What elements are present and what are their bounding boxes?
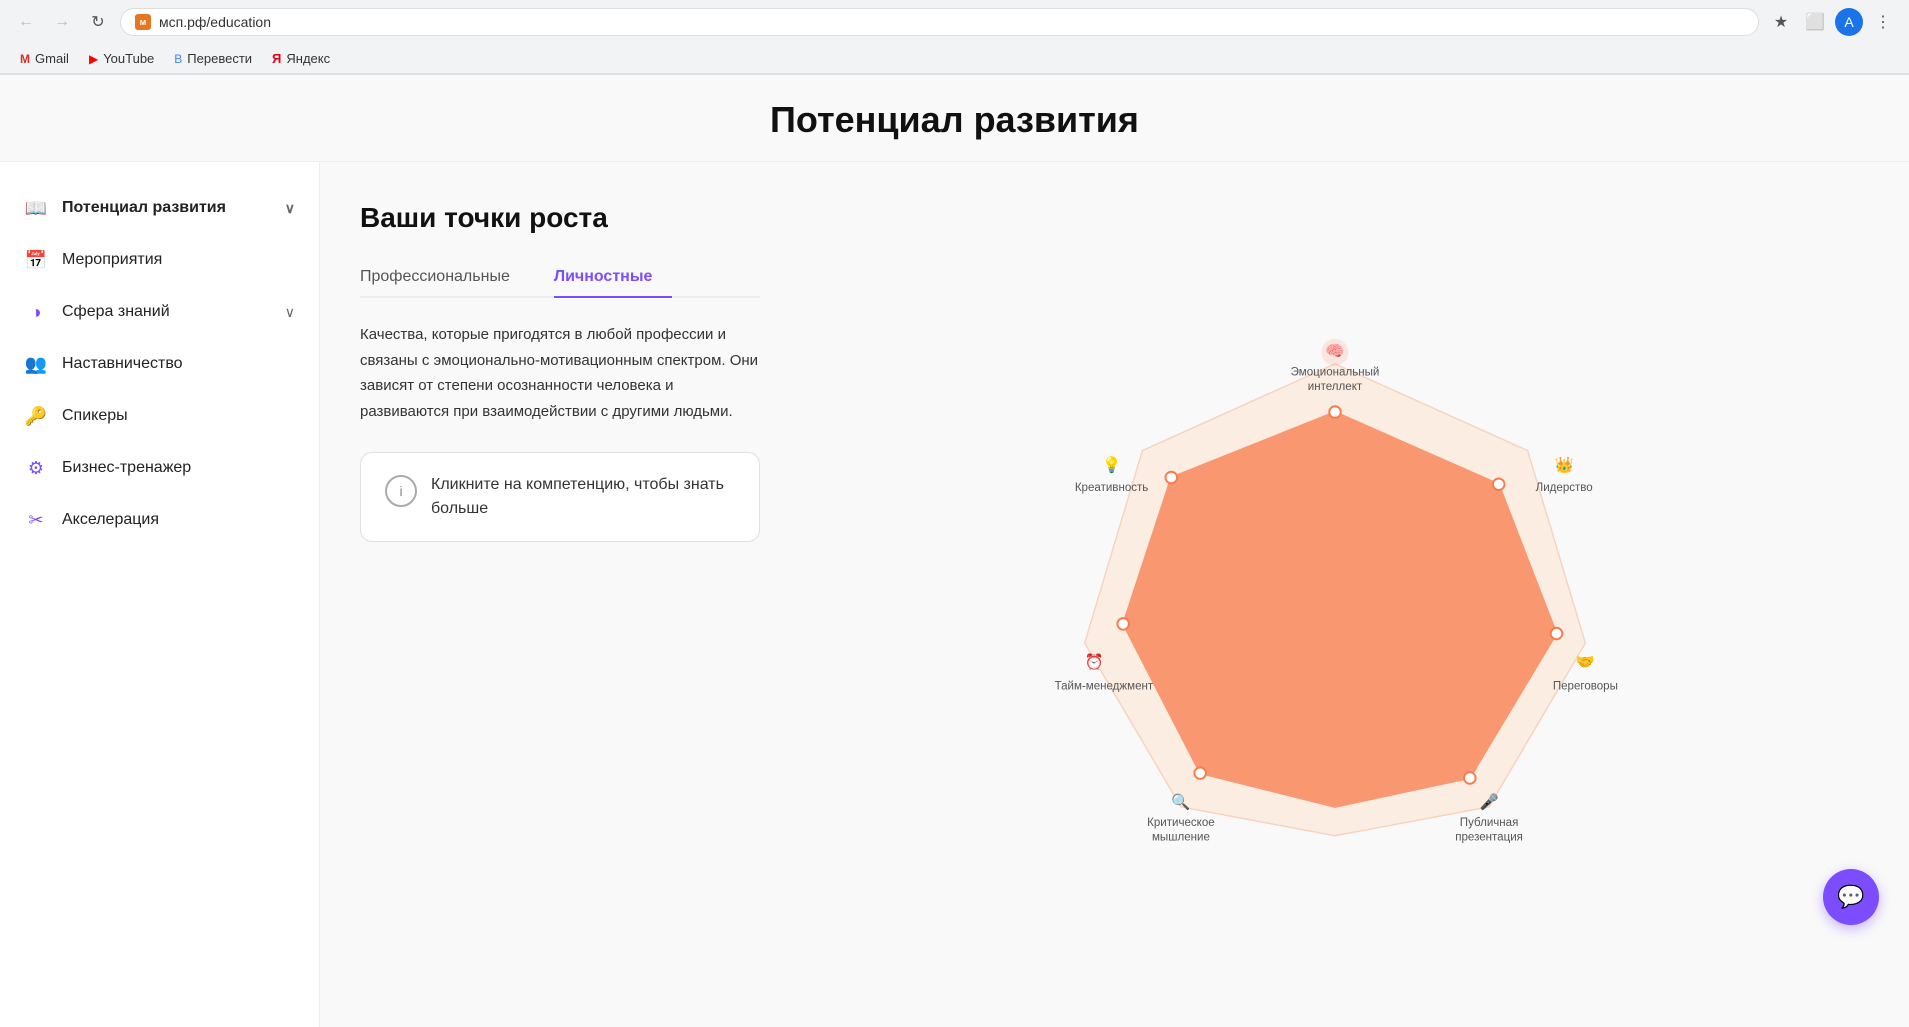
- browser-toolbar: ← → ↻ м мсп.рф/education ★ ⬜ A ⋮: [0, 0, 1909, 44]
- leadership-icon: 👑: [1554, 455, 1573, 473]
- bookmark-translate-label: Перевести: [187, 51, 252, 66]
- dot-leadership[interactable]: [1492, 478, 1504, 490]
- bookmark-youtube-label: YouTube: [103, 51, 154, 66]
- browser-chrome: ← → ↻ м мсп.рф/education ★ ⬜ A ⋮ M Gmail…: [0, 0, 1909, 75]
- negotiations-icon: 🤝: [1575, 654, 1594, 671]
- youtube-icon: ▶: [89, 52, 98, 66]
- browser-right-icons: ★ ⬜ A ⋮: [1767, 8, 1897, 36]
- sidebar-label-potential: Потенциал развития: [62, 199, 271, 217]
- public-label-line1: Публичная: [1459, 817, 1518, 829]
- sidebar-item-knowledge[interactable]: ◑ Сфера знаний ∨: [0, 286, 319, 338]
- emotional-icon: 🧠: [1325, 343, 1344, 360]
- info-box: i Кликните на компетенцию, чтобы знать б…: [360, 452, 760, 542]
- critical-icon: 🔍: [1171, 791, 1190, 810]
- dot-negotiations[interactable]: [1550, 627, 1562, 639]
- sidebar: 📖 Потенциал развития ∨ 📅 Мероприятия ◑ С…: [0, 162, 320, 1027]
- public-icon: 🎤: [1479, 791, 1498, 810]
- page-container: 📖 Потенциал развития ∨ 📅 Мероприятия ◑ С…: [0, 162, 1909, 1027]
- bookmarks-bar: M Gmail ▶ YouTube B Перевести Я Яндекс: [0, 44, 1909, 74]
- chat-button[interactable]: 💬: [1823, 869, 1879, 925]
- public-label-line2: презентация: [1455, 831, 1523, 843]
- bookmark-gmail[interactable]: M Gmail: [12, 48, 77, 69]
- sidebar-label-mentoring: Наставничество: [62, 355, 295, 373]
- emotional-label-line2: интеллект: [1307, 380, 1362, 392]
- page-title: Потенциал развития: [0, 99, 1909, 141]
- sidebar-item-mentoring[interactable]: 👥 Наставничество: [0, 338, 319, 390]
- dot-emotional[interactable]: [1329, 406, 1341, 418]
- acceleration-icon: ✂: [24, 508, 48, 532]
- bookmark-yandex[interactable]: Я Яндекс: [264, 48, 338, 69]
- yandex-icon: Я: [272, 51, 281, 66]
- dot-creativity[interactable]: [1165, 471, 1177, 483]
- trainer-icon: ⚙: [24, 456, 48, 480]
- bookmark-gmail-label: Gmail: [35, 51, 69, 66]
- sidebar-label-speakers: Спикеры: [62, 407, 295, 425]
- sidebar-item-speakers[interactable]: 🔑 Спикеры: [0, 390, 319, 442]
- sidebar-item-events[interactable]: 📅 Мероприятия: [0, 234, 319, 286]
- bookmark-star-button[interactable]: ★: [1767, 8, 1795, 36]
- dot-time[interactable]: [1117, 618, 1129, 630]
- chat-icon: 💬: [1837, 884, 1864, 910]
- calendar-icon: 📅: [24, 248, 48, 272]
- bookmark-youtube[interactable]: ▶ YouTube: [81, 48, 162, 69]
- bookmark-yandex-label: Яндекс: [286, 51, 330, 66]
- speakers-icon: 🔑: [24, 404, 48, 428]
- bookmark-translate[interactable]: B Перевести: [166, 48, 260, 69]
- back-button[interactable]: ←: [12, 8, 40, 36]
- left-panel: Ваши точки роста Профессиональные Личнос…: [360, 202, 760, 987]
- sidebar-label-acceleration: Акселерация: [62, 511, 295, 529]
- tabs-container: Профессиональные Личностные: [360, 258, 760, 298]
- info-icon: i: [385, 475, 417, 507]
- address-bar[interactable]: м мсп.рф/education: [120, 8, 1759, 36]
- time-label: Тайм-менеджмент: [1054, 680, 1153, 692]
- reload-button[interactable]: ↻: [84, 8, 112, 36]
- menu-button[interactable]: ⋮: [1869, 8, 1897, 36]
- dot-critical[interactable]: [1194, 767, 1206, 779]
- radar-chart[interactable]: 🧠 Эмоциональный интеллект 👑 Лидерство 🤝 …: [1045, 335, 1625, 855]
- forward-button[interactable]: →: [48, 8, 76, 36]
- sidebar-label-events: Мероприятия: [62, 251, 295, 269]
- main-content: Ваши точки роста Профессиональные Личнос…: [320, 162, 1909, 1027]
- split-screen-button[interactable]: ⬜: [1801, 8, 1829, 36]
- radar-container: 🧠 Эмоциональный интеллект 👑 Лидерство 🤝 …: [800, 202, 1869, 987]
- chevron-down-icon: ∨: [285, 200, 295, 217]
- tab-personal[interactable]: Личностные: [554, 258, 673, 298]
- dot-public[interactable]: [1464, 772, 1476, 784]
- info-text: Кликните на компетенцию, чтобы знать бол…: [431, 473, 735, 521]
- content-area: Ваши точки роста Профессиональные Личнос…: [320, 162, 1909, 1027]
- creativity-icon: 💡: [1102, 455, 1121, 473]
- description-text: Качества, которые пригодятся в любой про…: [360, 322, 760, 424]
- creativity-label: Креативность: [1074, 482, 1148, 494]
- sidebar-label-knowledge: Сфера знаний: [62, 303, 271, 321]
- sphere-icon: ◑: [24, 300, 48, 324]
- sidebar-item-trainer[interactable]: ⚙ Бизнес-тренажер: [0, 442, 319, 494]
- critical-label-line2: мышление: [1151, 831, 1209, 843]
- sidebar-label-trainer: Бизнес-тренажер: [62, 459, 295, 477]
- negotiations-label: Переговоры: [1552, 680, 1617, 692]
- sidebar-item-acceleration[interactable]: ✂ Акселерация: [0, 494, 319, 546]
- mentoring-icon: 👥: [24, 352, 48, 376]
- tab-professional[interactable]: Профессиональные: [360, 258, 530, 298]
- site-favicon: м: [135, 14, 151, 30]
- gmail-icon: M: [20, 52, 30, 66]
- critical-label-line1: Критическое: [1147, 817, 1215, 829]
- leadership-label: Лидерство: [1535, 482, 1592, 494]
- page-title-bar: Потенциал развития: [0, 75, 1909, 162]
- book-icon: 📖: [24, 196, 48, 220]
- emotional-label-line1: Эмоциональный: [1290, 366, 1379, 378]
- translate-icon: B: [174, 52, 182, 66]
- time-icon: ⏰: [1084, 652, 1103, 671]
- profile-button[interactable]: A: [1835, 8, 1863, 36]
- chevron-down-icon-2: ∨: [285, 304, 295, 321]
- sidebar-item-potential[interactable]: 📖 Потенциал развития ∨: [0, 182, 319, 234]
- section-title: Ваши точки роста: [360, 202, 760, 234]
- url-text: мсп.рф/education: [159, 14, 1744, 30]
